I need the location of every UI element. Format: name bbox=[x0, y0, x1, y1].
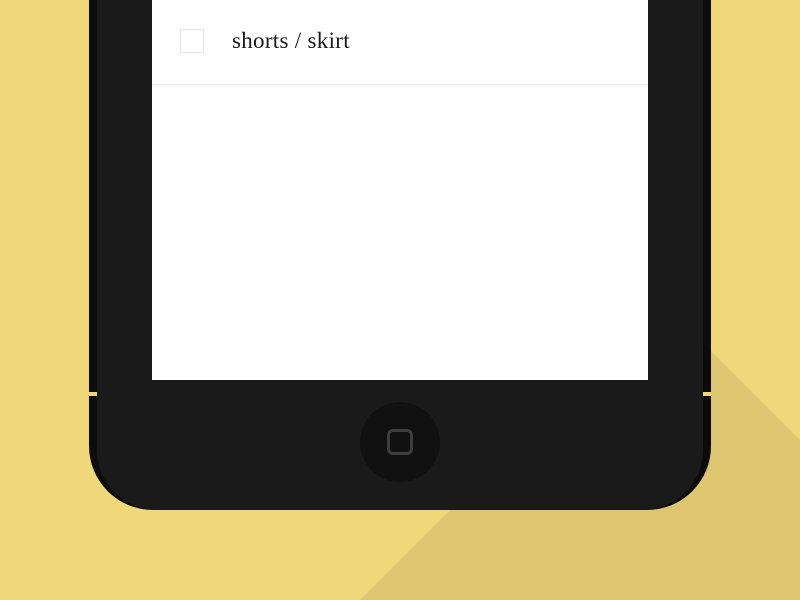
checkbox[interactable] bbox=[180, 29, 204, 53]
home-button[interactable] bbox=[360, 402, 440, 482]
phone-body: dress jacket pants shorts / skirt bbox=[97, 0, 703, 510]
screen: dress jacket pants shorts / skirt bbox=[152, 0, 648, 380]
phone-device: dress jacket pants shorts / skirt bbox=[97, 0, 703, 510]
home-button-icon bbox=[387, 429, 413, 455]
list-item[interactable]: shorts / skirt bbox=[152, 0, 648, 85]
item-label: shorts / skirt bbox=[232, 28, 350, 54]
